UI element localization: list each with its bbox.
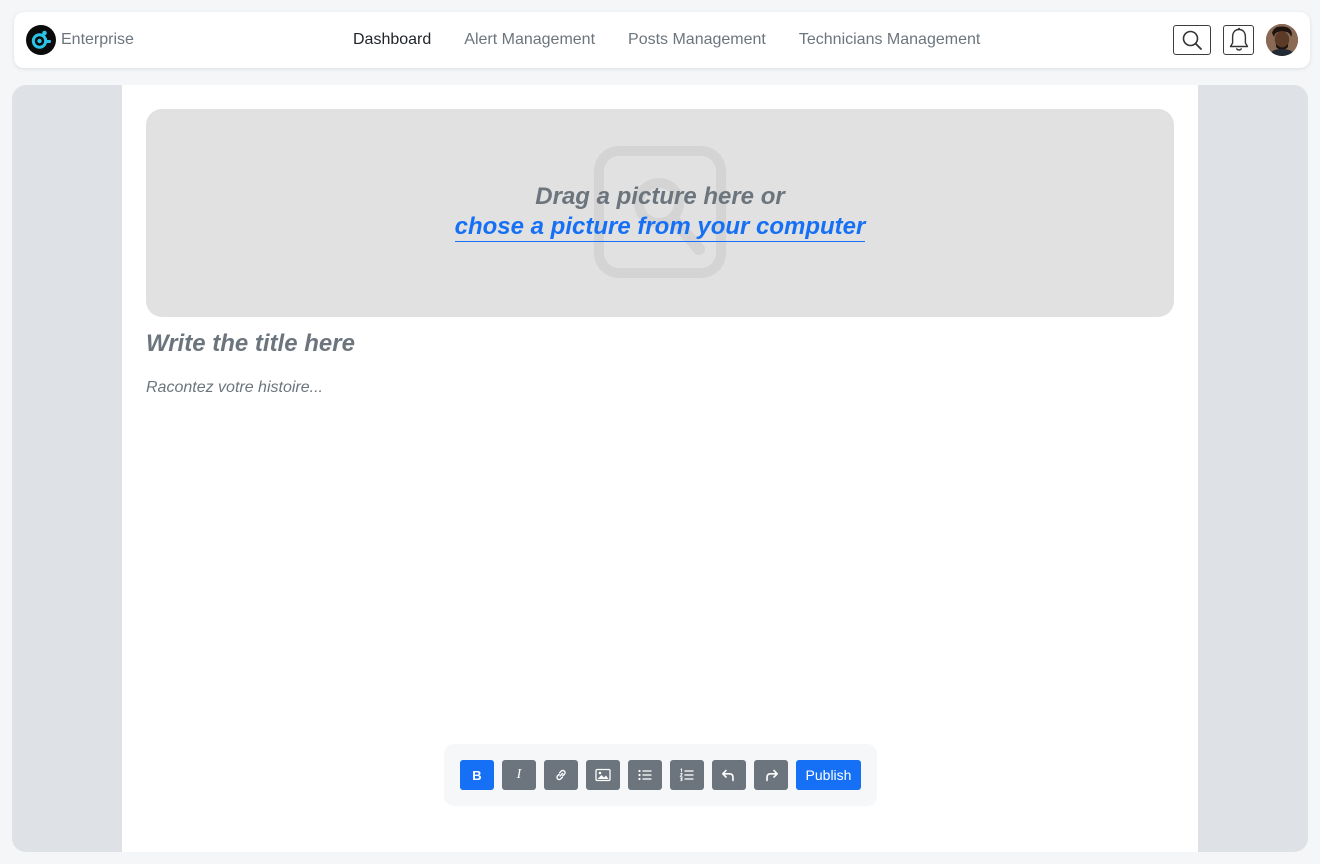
bullet-list-icon: [638, 769, 652, 781]
brand-logo-icon: [26, 25, 56, 55]
nav-dashboard[interactable]: Dashboard: [353, 31, 431, 49]
nav-alert-management[interactable]: Alert Management: [464, 31, 595, 49]
image-icon: [595, 768, 611, 782]
dropzone-text: Drag a picture here or chose a picture f…: [146, 182, 1174, 242]
top-navbar: Enterprise Dashboard Alert Management Po…: [14, 12, 1310, 68]
italic-button[interactable]: I: [502, 760, 536, 790]
link-button[interactable]: [544, 760, 578, 790]
numbered-list-icon: [679, 768, 694, 782]
editor-stage: Drag a picture here or chose a picture f…: [12, 85, 1308, 852]
choose-picture-link[interactable]: chose a picture from your computer: [454, 213, 866, 242]
redo-button[interactable]: [754, 760, 788, 790]
numbered-list-button[interactable]: [670, 760, 704, 790]
bullet-list-button[interactable]: [628, 760, 662, 790]
search-icon: [1182, 30, 1202, 50]
notifications-button[interactable]: [1223, 25, 1254, 55]
main-nav: Dashboard Alert Management Posts Managem…: [353, 12, 1013, 68]
undo-icon: [722, 769, 734, 782]
brand-name: Enterprise: [61, 31, 134, 48]
image-dropzone[interactable]: Drag a picture here or chose a picture f…: [146, 109, 1174, 317]
nav-posts-management[interactable]: Posts Management: [628, 31, 766, 49]
post-title-input[interactable]: Write the title here: [146, 330, 1174, 362]
publish-button[interactable]: Publish: [796, 760, 861, 790]
post-body-input[interactable]: Racontez votre histoire...: [146, 379, 1174, 403]
redo-icon: [766, 769, 778, 782]
user-avatar[interactable]: [1266, 24, 1298, 56]
dropzone-instruction: Drag a picture here or: [535, 183, 785, 210]
brand[interactable]: Enterprise: [26, 25, 134, 55]
link-icon: [556, 769, 566, 781]
post-editor: Drag a picture here or chose a picture f…: [122, 85, 1198, 852]
nav-technicians-management[interactable]: Technicians Management: [799, 31, 980, 49]
bold-icon: B: [472, 767, 482, 783]
avatar-icon: [1266, 24, 1298, 56]
bold-button[interactable]: B: [460, 760, 494, 790]
italic-icon: I: [516, 767, 522, 782]
search-button[interactable]: [1173, 25, 1211, 55]
editor-toolbar: B I Publish: [444, 744, 877, 806]
bell-icon: [1229, 27, 1248, 51]
undo-button[interactable]: [712, 760, 746, 790]
insert-image-button[interactable]: [586, 760, 620, 790]
